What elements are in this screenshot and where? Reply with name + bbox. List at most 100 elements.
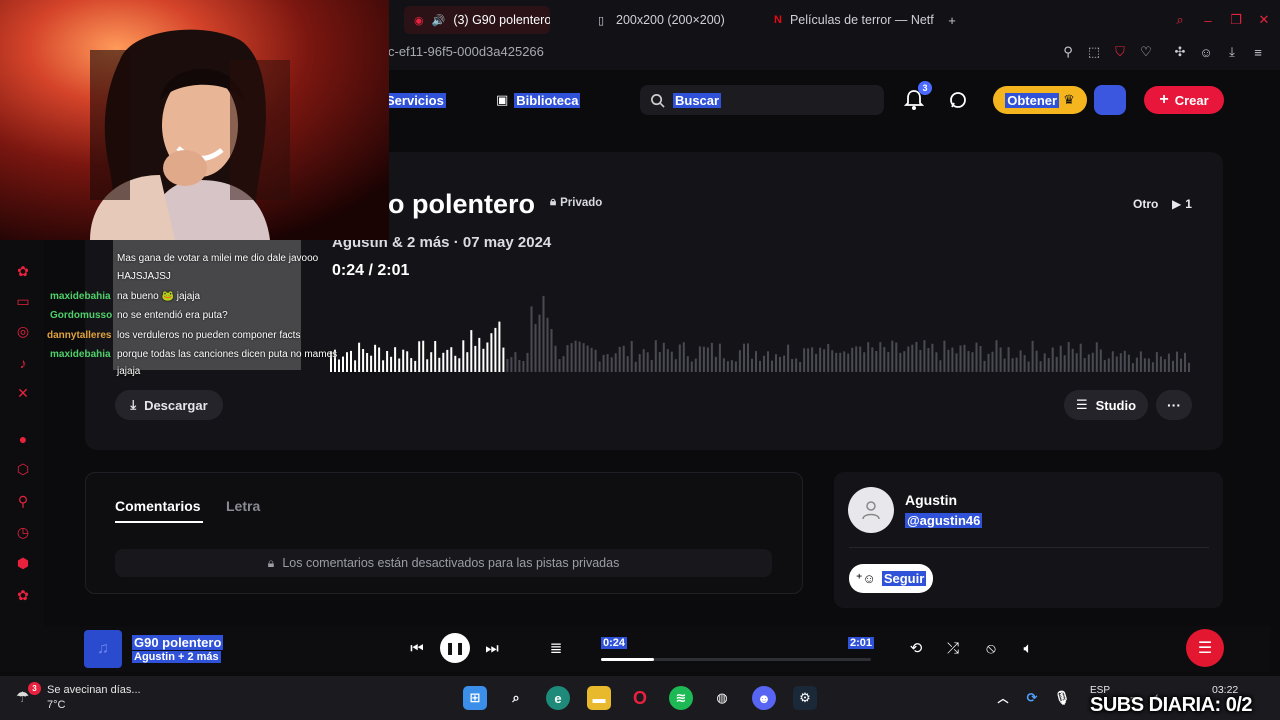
tray-chevron-icon[interactable]: ︿ bbox=[995, 686, 1011, 710]
history-icon[interactable]: ◷ bbox=[14, 523, 32, 541]
pin-icon[interactable]: ⚲ bbox=[14, 492, 32, 510]
waveform-bar bbox=[987, 353, 990, 372]
close-icon[interactable]: ✕ bbox=[1256, 12, 1272, 28]
waveform-bar bbox=[714, 356, 717, 372]
active-tab-indicator bbox=[115, 521, 203, 523]
openai-icon[interactable]: ✿ bbox=[14, 262, 32, 280]
menu-icon[interactable]: ≡ bbox=[1250, 44, 1266, 60]
repeat-icon[interactable]: ⟲ bbox=[904, 636, 928, 660]
waveform-bar bbox=[779, 356, 781, 372]
shuffle-icon[interactable]: ⤮ bbox=[941, 636, 965, 660]
box-icon[interactable]: ⬢ bbox=[14, 554, 32, 572]
weather-text[interactable]: Se avecinan días... bbox=[47, 684, 141, 696]
shield-icon[interactable]: ⬡ bbox=[14, 460, 32, 478]
openai-icon[interactable]: ✿ bbox=[14, 586, 32, 604]
waveform-bar bbox=[646, 352, 649, 372]
waveform-bar bbox=[767, 351, 769, 372]
total-time: 2:01 bbox=[848, 637, 875, 649]
sync-icon[interactable]: ⟳ bbox=[1022, 686, 1042, 710]
previous-icon[interactable]: ⏮ bbox=[405, 636, 429, 660]
music-note-icon[interactable]: ♫ bbox=[84, 630, 122, 668]
library-icon: ▣ bbox=[496, 92, 509, 107]
url-text[interactable]: c-ef11-96f5-000d3a425266 bbox=[388, 44, 544, 59]
opera-gx-icon[interactable]: O bbox=[628, 686, 652, 710]
microphone-icon[interactable]: 🎙︎ bbox=[1052, 686, 1072, 710]
lock-icon: 🔒︎ bbox=[550, 196, 557, 208]
tab-current[interactable]: ◉ 🔊 (3) G90 polentero por bbox=[404, 6, 550, 34]
webcam-person-image bbox=[0, 0, 389, 240]
user-avatar[interactable] bbox=[1094, 85, 1126, 115]
waveform-bar bbox=[799, 362, 802, 372]
get-premium-button[interactable]: Obtener ♛ bbox=[993, 86, 1087, 114]
player-title-text: G90 polentero bbox=[132, 635, 224, 650]
steam-icon[interactable]: ⚙ bbox=[793, 686, 817, 710]
follow-button[interactable]: ⁺☺ Seguir bbox=[849, 564, 933, 593]
next-icon[interactable]: ⏭ bbox=[480, 636, 504, 660]
windows-start-icon[interactable]: ⊞ bbox=[463, 686, 487, 710]
maximize-icon[interactable]: ❐ bbox=[1228, 12, 1244, 28]
dot-icon[interactable]: ● bbox=[14, 430, 32, 448]
crossfade-icon[interactable]: ⦸ bbox=[979, 636, 1003, 660]
pin-icon[interactable]: ⚲ bbox=[1060, 44, 1076, 60]
search-tabs-icon[interactable]: ⌕ bbox=[1172, 12, 1188, 28]
x-icon[interactable]: ✕ bbox=[14, 384, 32, 402]
tab-netflix[interactable]: N Películas de terror — Netf bbox=[764, 6, 936, 34]
heart-icon[interactable]: ♡ bbox=[1138, 44, 1154, 60]
extensions-icon[interactable]: ✣ bbox=[1172, 44, 1188, 60]
download-button[interactable]: ⤓ Descargar bbox=[115, 390, 223, 420]
waveform-bar bbox=[1075, 353, 1078, 372]
queue-icon[interactable]: ≣ bbox=[544, 636, 568, 660]
artist-avatar[interactable] bbox=[848, 487, 894, 533]
waveform-bar bbox=[975, 342, 978, 372]
instagram-icon[interactable]: ◎ bbox=[14, 322, 32, 340]
create-button[interactable]: + Crear bbox=[1144, 86, 1224, 114]
waveform-bar bbox=[606, 354, 609, 372]
waveform-bar bbox=[883, 347, 886, 372]
edge-icon[interactable]: e bbox=[546, 686, 570, 710]
chat-message: HAJSJAJSJ bbox=[117, 271, 171, 282]
download-icon[interactable]: ⤓ bbox=[1224, 44, 1240, 60]
tab-image[interactable]: ▯ 200x200 (200×200) bbox=[584, 6, 754, 34]
volume-icon[interactable]: 🔈︎ bbox=[1016, 636, 1040, 660]
waveform-bar bbox=[642, 349, 645, 372]
nav-services[interactable]: Servicios bbox=[384, 90, 446, 110]
player-track-title[interactable]: G90 polentero bbox=[132, 635, 224, 650]
waveform-bar bbox=[843, 351, 846, 372]
waveform-bar bbox=[1143, 358, 1146, 372]
nav-library[interactable]: ▣ Biblioteca bbox=[496, 90, 581, 110]
tiktok-icon[interactable]: ♪ bbox=[14, 354, 32, 372]
snapshot-icon[interactable]: ⬚ bbox=[1086, 44, 1102, 60]
waveform-bar bbox=[578, 341, 581, 372]
waveform-bar bbox=[1063, 355, 1066, 372]
new-tab-button[interactable]: + bbox=[944, 12, 960, 28]
pause-button[interactable]: ❚❚ bbox=[440, 633, 470, 663]
file-explorer-icon[interactable]: ▬ bbox=[587, 686, 611, 710]
tab-comments[interactable]: Comentarios bbox=[115, 498, 201, 514]
artist-name[interactable]: Agustin bbox=[905, 492, 957, 508]
search-input[interactable]: Buscar bbox=[640, 85, 884, 115]
waveform[interactable] bbox=[330, 284, 1192, 374]
search-icon[interactable]: ⌕ bbox=[504, 686, 528, 710]
waveform-bar bbox=[442, 352, 445, 372]
waveform-bar bbox=[1035, 350, 1038, 372]
spotify-icon[interactable]: ≋ bbox=[669, 686, 693, 710]
tab-lyrics[interactable]: Letra bbox=[226, 498, 260, 514]
waveform-bar bbox=[815, 353, 818, 372]
more-options-button[interactable]: ··· bbox=[1156, 390, 1192, 420]
waveform-bar bbox=[402, 349, 405, 372]
progress-bar[interactable] bbox=[601, 658, 871, 661]
artist-handle-text: @agustin46 bbox=[905, 513, 983, 528]
twitch-icon[interactable]: ▭ bbox=[14, 292, 32, 310]
message-icon[interactable] bbox=[948, 90, 968, 110]
waveform-bar bbox=[538, 314, 541, 372]
obs-icon[interactable]: ◍ bbox=[710, 686, 734, 710]
menu-button[interactable]: ☰ bbox=[1186, 629, 1224, 667]
artist-handle[interactable]: @agustin46 bbox=[905, 513, 983, 528]
discord-icon[interactable]: ☻ bbox=[752, 686, 776, 710]
shield-icon[interactable]: ⛉ bbox=[1112, 44, 1128, 60]
profile-icon[interactable]: ☺ bbox=[1198, 44, 1214, 60]
webcam-overlay bbox=[0, 0, 389, 240]
minimize-icon[interactable]: – bbox=[1200, 12, 1216, 28]
studio-button[interactable]: ☰ Studio bbox=[1064, 390, 1148, 420]
player-track-artist[interactable]: Agustin + 2 más bbox=[132, 651, 221, 663]
